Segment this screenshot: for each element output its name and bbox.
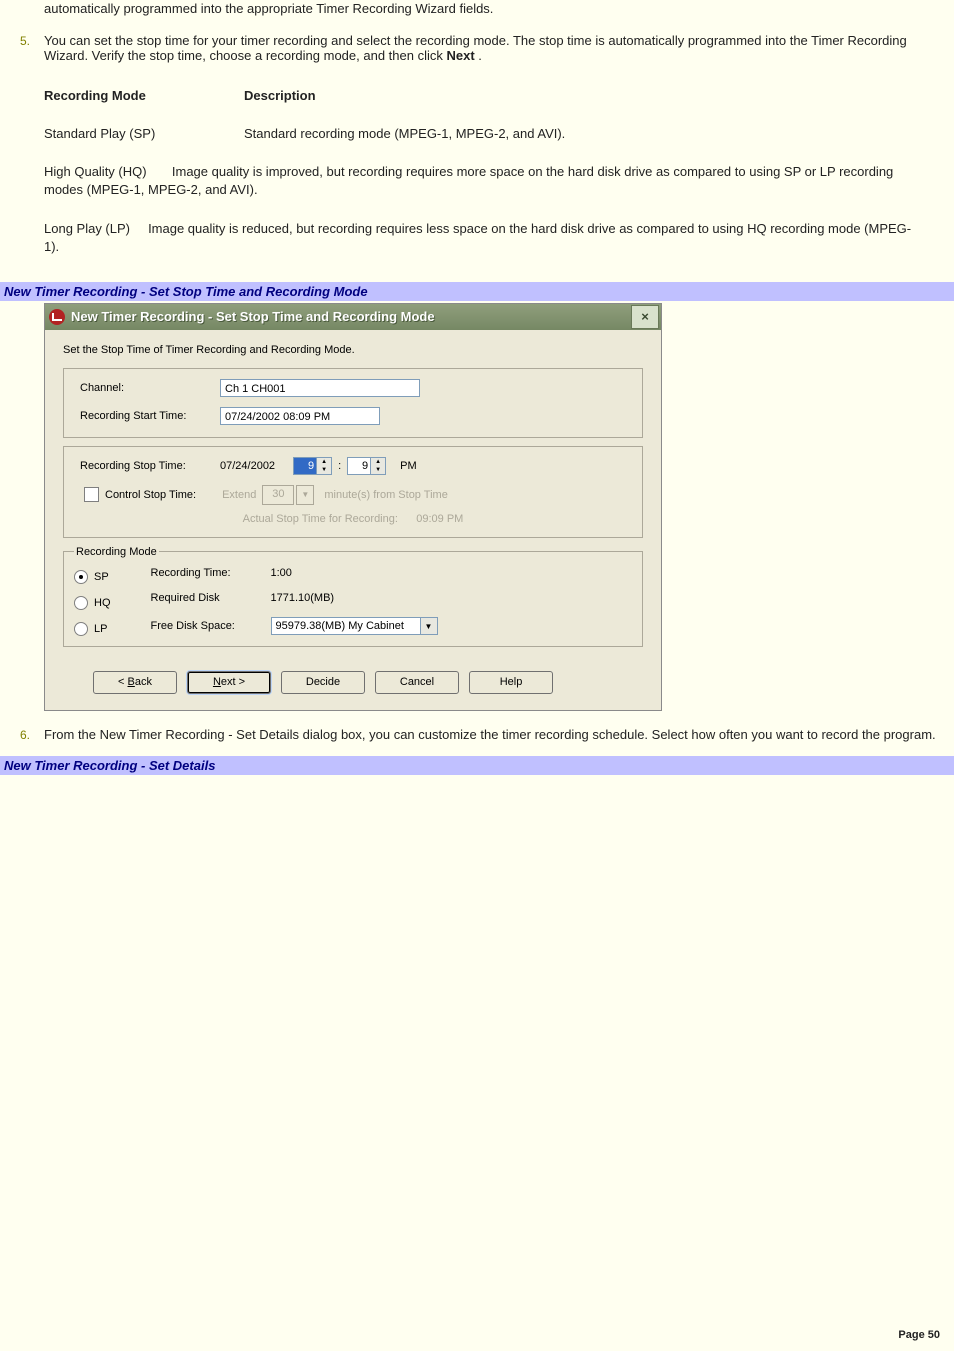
stop-time-panel: Recording Stop Time: 07/24/2002 ▲▼ : ▲▼ … xyxy=(63,446,643,538)
close-button[interactable]: × xyxy=(631,305,659,329)
chevron-up-icon[interactable]: ▲ xyxy=(371,458,385,466)
dialog-titlebar[interactable]: New Timer Recording - Set Stop Time and … xyxy=(45,304,661,330)
recording-mode-legend: Recording Mode xyxy=(74,546,159,558)
mode-hq: High Quality (HQ) xyxy=(44,164,147,179)
cancel-button[interactable]: Cancel xyxy=(375,671,459,694)
dialog-title: New Timer Recording - Set Stop Time and … xyxy=(71,309,631,324)
step-5-number: 5. xyxy=(20,34,30,48)
control-stop-time-label: Control Stop Time: xyxy=(105,489,196,501)
desc-lp: Image quality is reduced, but recording … xyxy=(44,221,911,254)
radio-sp-label: SP xyxy=(94,571,109,583)
extend-label: Extend xyxy=(222,489,256,501)
actual-stop-value: 09:09 PM xyxy=(416,513,463,525)
page-number: Page 50 xyxy=(898,1329,940,1341)
step-6-number: 6. xyxy=(20,728,30,742)
extend-value: 30 xyxy=(262,485,294,505)
channel-start-panel: Channel: Ch 1 CH001 Recording Start Time… xyxy=(63,368,643,438)
col-mode-header: Recording Mode xyxy=(44,77,244,115)
timer-recording-dialog: New Timer Recording - Set Stop Time and … xyxy=(44,303,662,711)
stop-time-label: Recording Stop Time: xyxy=(80,460,220,472)
start-time-field[interactable]: 07/24/2002 08:09 PM xyxy=(220,407,380,425)
decide-button[interactable]: Decide xyxy=(281,671,365,694)
free-disk-combo[interactable]: ▼ xyxy=(271,617,438,635)
chevron-down-icon[interactable]: ▼ xyxy=(317,466,331,474)
help-button[interactable]: Help xyxy=(469,671,553,694)
col-desc-header: Description xyxy=(244,77,944,115)
back-button[interactable]: < Back xyxy=(93,671,177,694)
mode-lp: Long Play (LP) xyxy=(44,221,130,236)
extend-dropdown-icon: ▼ xyxy=(296,485,314,505)
free-disk-label: Free Disk Space: xyxy=(151,620,271,632)
step-6: 6. From the New Timer Recording - Set De… xyxy=(44,727,944,742)
radio-hq[interactable]: HQ xyxy=(74,596,111,610)
stop-minute-input[interactable] xyxy=(347,457,371,475)
section-bar-stop-time: New Timer Recording - Set Stop Time and … xyxy=(0,282,954,301)
required-disk-label: Required Disk xyxy=(151,592,271,604)
step-5: 5. You can set the stop time for your ti… xyxy=(44,33,944,63)
table-row: Long Play (LP) Image quality is reduced,… xyxy=(44,210,944,266)
recording-time-label: Recording Time: xyxy=(151,567,271,579)
time-colon: : xyxy=(338,460,341,472)
control-stop-time-checkbox[interactable] xyxy=(84,487,99,502)
chevron-down-icon[interactable]: ▼ xyxy=(371,466,385,474)
recording-mode-group: Recording Mode SP HQ LP xyxy=(63,546,643,647)
extend-suffix: minute(s) from Stop Time xyxy=(324,489,447,501)
start-time-label: Recording Start Time: xyxy=(80,410,220,422)
actual-stop-label: Actual Stop Time for Recording: xyxy=(243,513,398,525)
intro-line: automatically programmed into the approp… xyxy=(44,0,944,19)
table-row: Standard Play (SP) Standard recording mo… xyxy=(44,115,944,153)
app-icon xyxy=(49,309,65,325)
radio-lp-label: LP xyxy=(94,623,107,635)
required-disk-value: 1771.10(MB) xyxy=(271,592,438,604)
stop-hour-spinner[interactable]: ▲▼ xyxy=(293,457,332,475)
stop-date: 07/24/2002 xyxy=(220,460,275,472)
table-row: High Quality (HQ) Image quality is impro… xyxy=(44,153,944,209)
section-bar-set-details: New Timer Recording - Set Details xyxy=(0,756,954,775)
chevron-up-icon[interactable]: ▲ xyxy=(317,458,331,466)
next-button[interactable]: Next > xyxy=(187,671,271,694)
radio-sp[interactable]: SP xyxy=(74,570,111,584)
channel-field[interactable]: Ch 1 CH001 xyxy=(220,379,420,397)
radio-icon[interactable] xyxy=(74,596,88,610)
step-6-text: From the New Timer Recording - Set Detai… xyxy=(44,727,936,742)
chevron-down-icon[interactable]: ▼ xyxy=(421,617,438,635)
mode-sp: Standard Play (SP) xyxy=(44,115,244,153)
radio-icon[interactable] xyxy=(74,622,88,636)
step-5-text-b: . xyxy=(475,48,482,63)
desc-sp: Standard recording mode (MPEG-1, MPEG-2,… xyxy=(244,115,944,153)
channel-label: Channel: xyxy=(80,382,220,394)
recording-time-value: 1:00 xyxy=(271,567,438,579)
radio-hq-label: HQ xyxy=(94,597,111,609)
pm-label: PM xyxy=(400,460,417,472)
step-5-bold: Next xyxy=(446,48,474,63)
stop-minute-spinner[interactable]: ▲▼ xyxy=(347,457,386,475)
free-disk-input[interactable] xyxy=(271,617,421,635)
stop-hour-input[interactable] xyxy=(293,457,317,475)
dialog-lead-text: Set the Stop Time of Timer Recording and… xyxy=(63,344,643,356)
recording-mode-table: Recording Mode Description Standard Play… xyxy=(44,77,944,266)
radio-icon[interactable] xyxy=(74,570,88,584)
desc-hq: Image quality is improved, but recording… xyxy=(44,164,893,197)
radio-lp[interactable]: LP xyxy=(74,622,111,636)
